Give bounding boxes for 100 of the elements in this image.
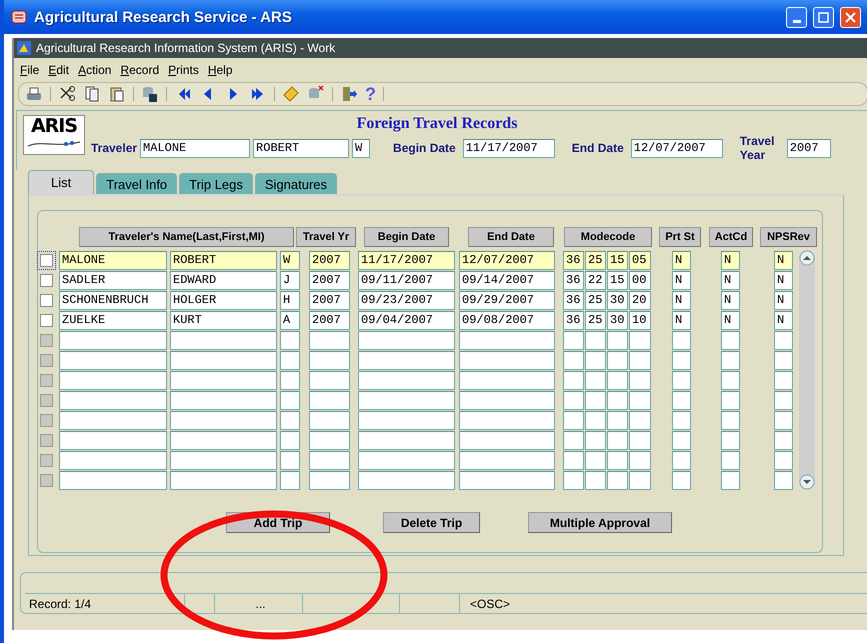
- empty-cell: [721, 470, 740, 490]
- empty-cell: [672, 410, 691, 430]
- empty-cell: [280, 390, 300, 410]
- checkbox[interactable]: [40, 274, 53, 286]
- menu-item[interactable]: Prints: [168, 63, 199, 77]
- table-cell: 09/23/2007: [358, 290, 455, 310]
- table-cell: 00: [629, 270, 651, 290]
- input-field[interactable]: ROBERT: [253, 138, 350, 158]
- maximize-icon: [818, 12, 829, 22]
- table-cell: SCHONENBRUCH: [59, 290, 167, 310]
- empty-cell: [721, 330, 740, 350]
- maximize-button[interactable]: [813, 6, 834, 28]
- app-icon: [16, 40, 32, 56]
- empty-cell: [309, 430, 350, 450]
- close-button[interactable]: [840, 6, 861, 28]
- empty-cell: [280, 430, 300, 450]
- checkbox[interactable]: [40, 314, 53, 326]
- empty-cell: [309, 350, 350, 370]
- input-field[interactable]: MALONE: [140, 138, 250, 158]
- empty-cell: [774, 470, 793, 490]
- tab[interactable]: List: [28, 170, 94, 194]
- menu-item[interactable]: Edit: [48, 63, 70, 77]
- table-cell: ROBERT: [170, 250, 277, 270]
- column-header[interactable]: End Date: [468, 227, 554, 247]
- column-header[interactable]: Begin Date: [364, 227, 449, 247]
- table-cell: 09/11/2007: [358, 270, 455, 290]
- table-cell: 10: [629, 310, 651, 330]
- empty-cell: [280, 470, 300, 490]
- empty-cell: [280, 370, 300, 390]
- table-cell: EDWARD: [170, 270, 277, 290]
- column-header[interactable]: Travel Yr: [296, 227, 356, 247]
- empty-cell: [774, 370, 793, 390]
- menu-item[interactable]: Help: [208, 63, 233, 77]
- table-cell: 25: [585, 310, 606, 330]
- scroll-down-icon[interactable]: [799, 474, 815, 490]
- table-cell: 25: [585, 250, 606, 270]
- empty-cell: [774, 390, 793, 410]
- copy-icon[interactable]: [83, 85, 101, 103]
- empty-cell: [672, 470, 691, 490]
- menu-item[interactable]: Action: [78, 63, 112, 77]
- empty-cell: [721, 450, 740, 470]
- table-cell: 30: [607, 290, 628, 310]
- table-cell: 36: [563, 250, 584, 270]
- field-label: Travel Year: [740, 134, 776, 162]
- input-field[interactable]: W: [352, 138, 370, 158]
- column-header[interactable]: NPSRev: [760, 227, 817, 247]
- menu-item[interactable]: Record: [120, 63, 160, 77]
- table-cell: 09/04/2007: [358, 310, 455, 330]
- table-cell: N: [721, 310, 740, 330]
- exit-door-icon[interactable]: [340, 85, 358, 103]
- column-header[interactable]: Modecode: [564, 227, 652, 247]
- empty-cell: [672, 450, 691, 470]
- table-cell: 15: [607, 270, 628, 290]
- column-header[interactable]: Traveler's Name(Last,First,MI): [79, 227, 294, 247]
- printer-icon[interactable]: [25, 85, 43, 103]
- table-cell: N: [672, 310, 691, 330]
- table-cell: 05: [629, 250, 651, 270]
- tab[interactable]: Travel Info: [96, 173, 178, 194]
- table-cell: 20: [629, 290, 651, 310]
- menu-item[interactable]: File: [20, 63, 40, 77]
- column-header[interactable]: Prt St: [659, 227, 701, 247]
- help-button[interactable]: ?: [365, 85, 376, 103]
- empty-cell: [280, 450, 300, 470]
- empty-cell: [721, 370, 740, 390]
- record-count: Record: 1/4: [25, 594, 185, 613]
- scrollbar[interactable]: [799, 250, 815, 490]
- table-cell: 36: [563, 290, 584, 310]
- form-title: Foreign Travel Records: [356, 115, 518, 133]
- paste-icon[interactable]: [108, 85, 126, 103]
- table-cell: N: [774, 270, 793, 290]
- table-cell: A: [280, 310, 300, 330]
- table-cell: 2007: [309, 310, 350, 330]
- column-header[interactable]: ActCd: [709, 227, 753, 247]
- checkbox[interactable]: [40, 294, 53, 306]
- input-field[interactable]: 2007: [786, 138, 831, 158]
- empty-cell: [774, 450, 793, 470]
- action-button[interactable]: Delete Trip: [383, 512, 480, 533]
- empty-cell: [721, 410, 740, 430]
- table-cell: 22: [585, 270, 606, 290]
- table-cell: 30: [607, 310, 628, 330]
- table-cell: N: [672, 270, 691, 290]
- table-cell: 09/29/2007: [459, 290, 555, 310]
- cut-icon[interactable]: [58, 85, 76, 103]
- database-query-icon[interactable]: [141, 85, 159, 103]
- date-field[interactable]: 12/07/2007: [630, 138, 723, 158]
- scroll-up-icon[interactable]: [799, 250, 815, 266]
- tab[interactable]: Signatures: [254, 173, 338, 194]
- date-field[interactable]: 11/17/2007: [462, 138, 555, 158]
- table-cell: N: [721, 250, 740, 270]
- table-cell: 2007: [309, 290, 350, 310]
- empty-cell: [309, 450, 350, 470]
- empty-cell: [672, 350, 691, 370]
- empty-cell: [721, 390, 740, 410]
- tab[interactable]: Trip Legs: [179, 173, 253, 194]
- action-button[interactable]: Multiple Approval: [528, 512, 672, 533]
- table-cell: KURT: [170, 310, 277, 330]
- empty-cell: [280, 350, 300, 370]
- field-label: End Date: [572, 141, 624, 155]
- minimize-button[interactable]: [786, 6, 807, 28]
- empty-cell: [774, 410, 793, 430]
